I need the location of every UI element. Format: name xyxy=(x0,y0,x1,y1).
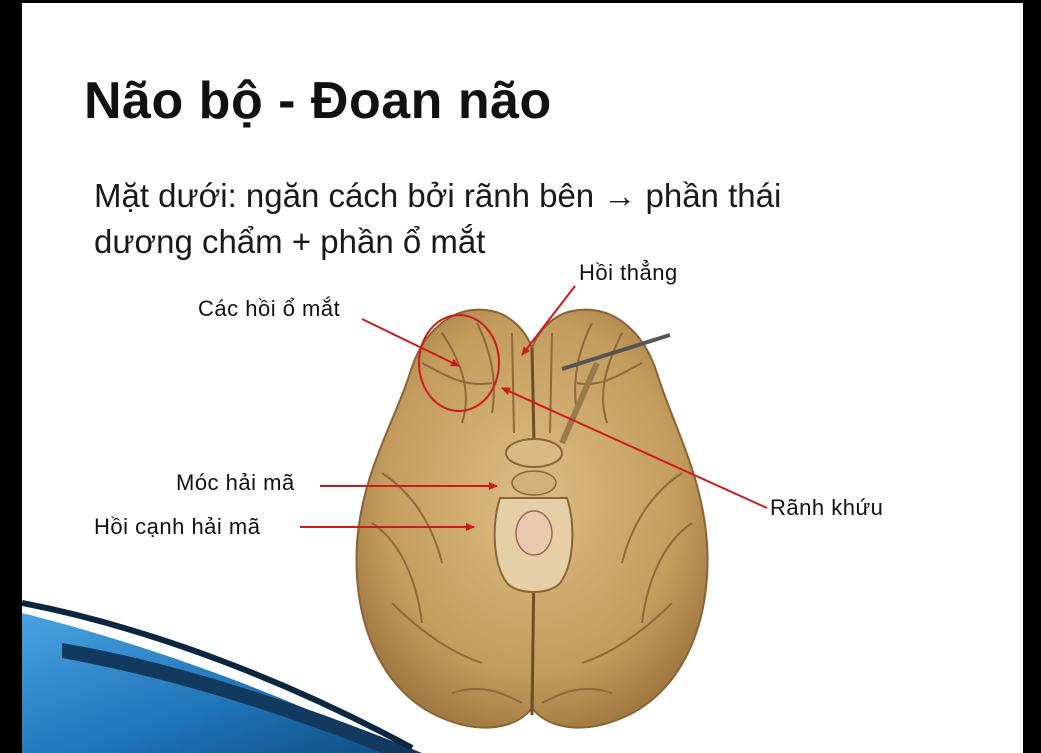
optic-chiasm xyxy=(505,438,563,468)
label-hoi-canh-hai-ma: Hồi cạnh hải mã xyxy=(94,514,261,539)
label-moc-hai-ma: Móc hải mã xyxy=(176,470,295,495)
brain-inferior-view-image xyxy=(300,285,768,729)
label-cac-hoi-o-mat: Các hồi ổ mắt xyxy=(198,296,341,321)
medulla xyxy=(515,510,553,556)
slide: Não bộ - Đoan não Mặt dưới: ngăn cách bở… xyxy=(22,3,1023,753)
mammillary-bodies xyxy=(511,470,557,496)
label-hoi-thang: Hồi thẳng xyxy=(579,260,678,285)
label-ranh-khuu: Rãnh khứu xyxy=(770,495,884,520)
